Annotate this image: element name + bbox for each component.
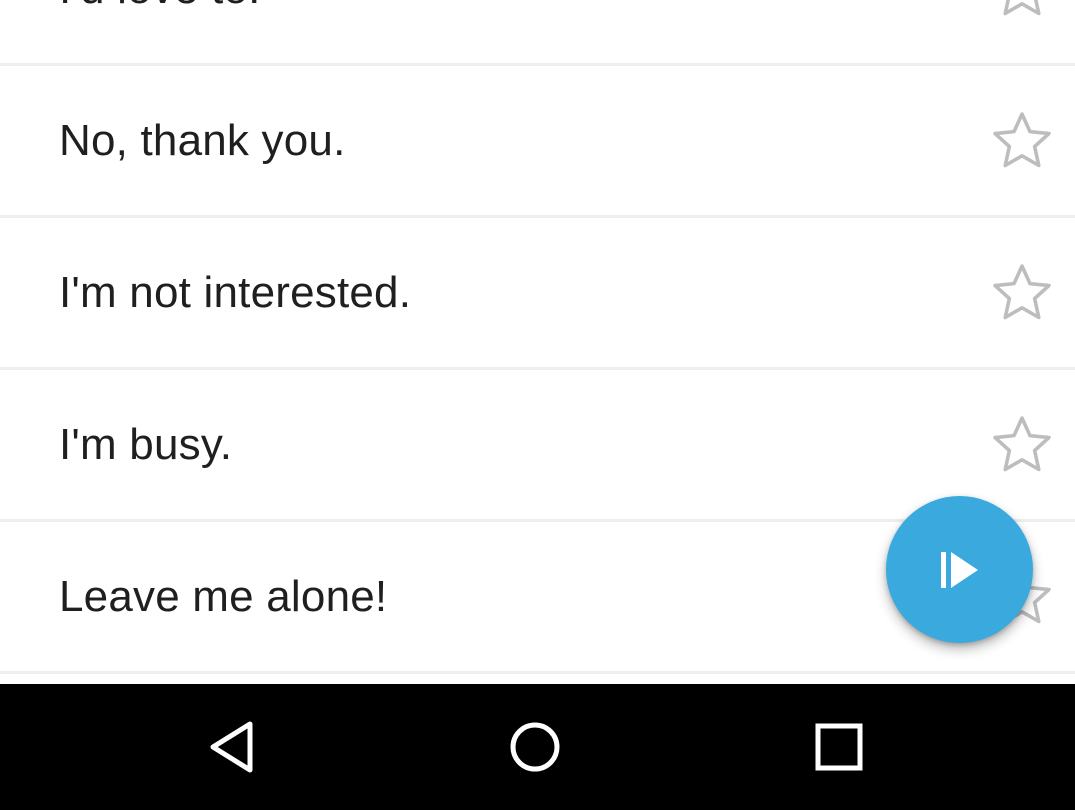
phrase-text: Leave me alone! [59,571,388,621]
screen: I'd love to. No, thank you. I'm not inte… [0,0,1075,810]
list-item[interactable]: I'm busy. [0,370,1075,522]
play-icon [940,551,978,588]
phrase-text: I'm not interested. [59,267,412,317]
recents-button[interactable] [807,715,871,779]
home-button[interactable] [503,715,567,779]
star-icon[interactable] [989,0,1055,22]
recents-icon [815,723,863,771]
phrase-text: I'm busy. [59,419,233,469]
list-item[interactable]: I'm not interested. [0,218,1075,370]
play-button[interactable] [886,496,1033,643]
star-icon[interactable] [989,412,1055,478]
system-navigation-bar [0,684,1075,810]
list-item[interactable]: I'd love to. [0,0,1075,66]
star-icon[interactable] [989,108,1055,174]
phrase-text: I'd love to. [59,0,261,14]
list-item[interactable]: No, thank you. [0,66,1075,218]
back-button[interactable] [200,715,264,779]
star-icon[interactable] [989,260,1055,326]
home-icon [510,722,560,772]
back-icon [210,721,253,773]
phrase-text: No, thank you. [59,115,346,165]
